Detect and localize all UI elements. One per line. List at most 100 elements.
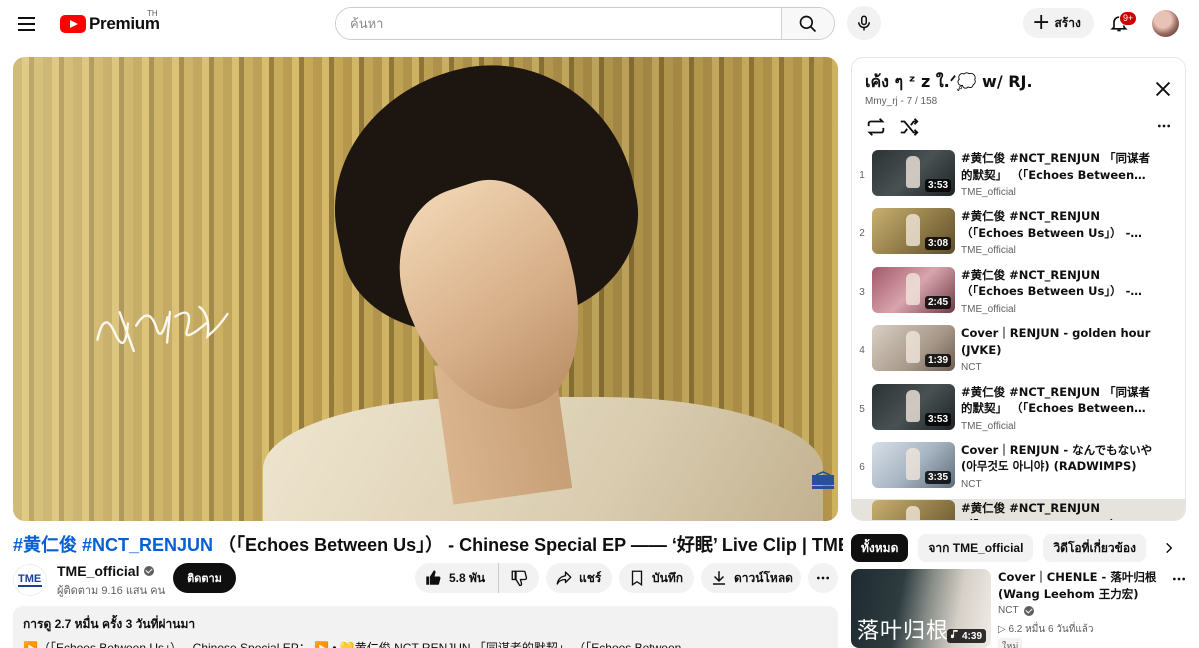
playlist-item-title: Cover｜RENJUN - なんでもないや (아무것도 아니야) (RADWI… — [961, 442, 1153, 474]
like-button[interactable]: 5.8 พัน — [415, 563, 499, 593]
bookmark-icon — [631, 570, 643, 587]
voice-search-button[interactable] — [847, 6, 881, 40]
duration-badge: 3:53 — [924, 412, 951, 426]
dislike-button[interactable] — [499, 563, 539, 593]
youtube-logo[interactable]: Premium — [60, 13, 160, 35]
playlist-title[interactable]: เค้ง ๆ ᶻ z ใ.ᐟ💭 w/ RJ. — [865, 70, 1033, 95]
channel-logo-icon: TME — [18, 573, 42, 587]
playlist-items: 1 3:53 #黄仁俊 #NCT_RENJUN 「同谋者的默契」 （「Echoe… — [852, 149, 1185, 520]
recommended-video: 落叶归根 4:39 Cover｜CHENLE - 落叶归根 (Wang Leeh… — [851, 569, 1191, 648]
subscriber-count: ผู้ติดตาม 9.16 แสน คน — [57, 585, 166, 597]
search-bar — [335, 7, 835, 40]
shuffle-icon[interactable] — [898, 116, 920, 138]
channel-name[interactable]: TME_official — [57, 563, 155, 579]
channel-avatar[interactable]: TME — [13, 564, 47, 596]
plus-icon: + — [1032, 10, 1051, 35]
duration-badge: 2:45 — [924, 295, 951, 309]
chip-related[interactable]: วิดีโอที่เกี่ยวข้อง — [1043, 534, 1146, 562]
video-title-hashtags[interactable]: #黄仁俊 #NCT_RENJUN — [13, 535, 213, 555]
playlist-item-title: #黄仁俊 #NCT_RENJUN （「Echoes Between Us」） -… — [961, 267, 1131, 299]
share-button[interactable]: แชร์ — [546, 563, 612, 593]
playlist-item[interactable]: 1 3:53 #黄仁俊 #NCT_RENJUN 「同谋者的默契」 （「Echoe… — [852, 149, 1185, 207]
playlist-item-title: #黄仁俊 #NCT_RENJUN 「同谋者的默契」 （「Echoes Betwe… — [961, 151, 1151, 182]
playlist-item-thumbnail[interactable]: 3:35 — [872, 441, 955, 488]
menu-icon[interactable] — [16, 11, 44, 35]
search-input[interactable] — [336, 8, 781, 39]
duration-badge: 1:39 — [924, 354, 951, 368]
search-button[interactable] — [781, 8, 834, 39]
playlist-item-channel: TME_official — [961, 245, 1016, 257]
recommended-views: ▷ 6.2 หมื่น 6 วันที่แล้ว — [998, 624, 1094, 635]
subscribe-button[interactable]: ติดตาม — [173, 563, 236, 593]
chip-all[interactable]: ทั้งหมด — [851, 534, 909, 562]
share-icon — [556, 571, 572, 585]
view-stats: การดู 2.7 หมื่น ครั้ง 3 วันที่ผ่านมา — [23, 617, 196, 631]
playlist-item[interactable]: 2 3:08 #黄仁俊 #NCT_RENJUN （「Echoes Between… — [852, 207, 1185, 265]
playlist-item-index: 4 — [859, 345, 865, 357]
playlist-item-title: #黄仁俊 #NCT_RENJUN （「Echoes Between Us」） -… — [961, 209, 1131, 240]
playlist-item-channel: NCT — [961, 362, 982, 374]
playlist-item-thumbnail[interactable]: 3:53 — [872, 150, 955, 196]
playlist-item-channel: TME_official — [961, 187, 1016, 198]
duration-badge: 3:35 — [924, 470, 951, 484]
playlist-item-thumbnail[interactable]: 3:53 — [872, 383, 955, 430]
duration-badge: 3:08 — [924, 237, 951, 251]
playlist-item-thumbnail[interactable]: 3:08 — [872, 208, 955, 255]
like-count: 5.8 พัน — [449, 570, 486, 585]
top-bar: Premium TH + สร้าง 9+ — [0, 0, 1199, 46]
save-button[interactable]: บันทึก — [619, 563, 694, 593]
recommended-thumbnail[interactable]: 落叶归根 4:39 — [851, 569, 991, 648]
description-box[interactable]: การดู 2.7 หมื่น ครั้ง 3 วันที่ผ่านมา ▶️（… — [13, 606, 838, 648]
filter-chips: ทั้งหมด จาก TME_official วิดีโอที่เกี่ยว… — [851, 534, 1186, 562]
chips-next-button[interactable] — [1155, 534, 1183, 562]
channel-name-text: TME_official — [57, 563, 140, 579]
close-icon[interactable] — [1152, 78, 1174, 100]
playlist-item[interactable]: 6 3:35 Cover｜RENJUN - なんでもないや (아무것도 아니야)… — [852, 441, 1185, 499]
playlist-item[interactable]: 3 2:45 #黄仁俊 #NCT_RENJUN （「Echoes Between… — [852, 266, 1185, 324]
playlist-item-thumbnail[interactable] — [872, 500, 955, 520]
playlist-item-channel: NCT — [961, 478, 982, 490]
playlist-item-title: Cover｜RENJUN - golden hour (JVKE) — [961, 326, 1151, 357]
watermark-logo — [812, 471, 834, 489]
download-icon — [713, 571, 725, 585]
more-vertical-icon[interactable] — [1171, 571, 1187, 587]
download-button[interactable]: ดาวน์โหลด — [701, 563, 801, 593]
playlist-item[interactable]: 4 1:39 Cover｜RENJUN - golden hour (JVKE)… — [852, 324, 1185, 382]
video-player[interactable] — [13, 57, 838, 521]
recommended-channel-name: NCT — [998, 605, 1019, 616]
search-icon — [799, 15, 817, 32]
chip-from-channel[interactable]: จาก TME_official — [918, 534, 1034, 562]
thumbs-down-icon — [511, 570, 528, 587]
recommended-channel[interactable]: NCT — [998, 605, 1034, 616]
thumbs-up-icon — [426, 570, 441, 585]
playlist-item-thumbnail[interactable]: 1:39 — [872, 325, 955, 372]
chevron-right-icon — [1166, 542, 1173, 554]
more-actions-button[interactable] — [808, 563, 838, 593]
playlist-item-current[interactable]: #黄仁俊 #NCT_RENJUN （「Echoes Between Us」） — [852, 499, 1185, 520]
loop-icon[interactable] — [865, 116, 887, 138]
more-vertical-icon[interactable] — [1156, 118, 1172, 134]
create-button[interactable]: + สร้าง — [1023, 8, 1094, 38]
description-preview: ▶️（「Echoes Between Us」） - Chinese Specia… — [23, 641, 695, 648]
playlist-meta: Mmy_rj - 7 / 158 — [865, 96, 938, 107]
thumbnail-figure — [906, 506, 920, 520]
thumbnail-figure — [906, 447, 920, 480]
new-badge: ใหม่ — [998, 638, 1023, 648]
playlist-item-thumbnail[interactable]: 2:45 — [872, 266, 955, 313]
avatar[interactable] — [1152, 10, 1179, 37]
playlist-panel: เค้ง ๆ ᶻ z ใ.ᐟ💭 w/ RJ. Mmy_rj - 7 / 158 … — [851, 57, 1186, 521]
thumbnail-figure — [906, 272, 920, 305]
thumbnail-figure — [906, 331, 920, 364]
recommended-title[interactable]: Cover｜CHENLE - 落叶归根 (Wang Leehom 王力宏) — [998, 569, 1168, 603]
video-title: #黄仁俊 #NCT_RENJUN （「Echoes Between Us」） -… — [13, 531, 843, 557]
music-note-icon — [950, 630, 958, 639]
playlist-item-title: #黄仁俊 #NCT_RENJUN 「同谋者的默契」 （「Echoes Betwe… — [961, 384, 1151, 416]
playlist-item[interactable]: 5 3:53 #黄仁俊 #NCT_RENJUN 「同谋者的默契」 （「Echoe… — [852, 383, 1185, 441]
thumbnail-figure — [906, 156, 920, 188]
notification-badge: 9+ — [1119, 11, 1138, 26]
playlist-header: เค้ง ๆ ᶻ z ใ.ᐟ💭 w/ RJ. Mmy_rj - 7 / 158 — [852, 58, 1185, 148]
microphone-icon — [858, 15, 870, 31]
playlist-item-channel: TME_official — [961, 420, 1016, 432]
playlist-item-index: 5 — [859, 403, 865, 415]
like-dislike-group: 5.8 พัน — [415, 563, 539, 593]
